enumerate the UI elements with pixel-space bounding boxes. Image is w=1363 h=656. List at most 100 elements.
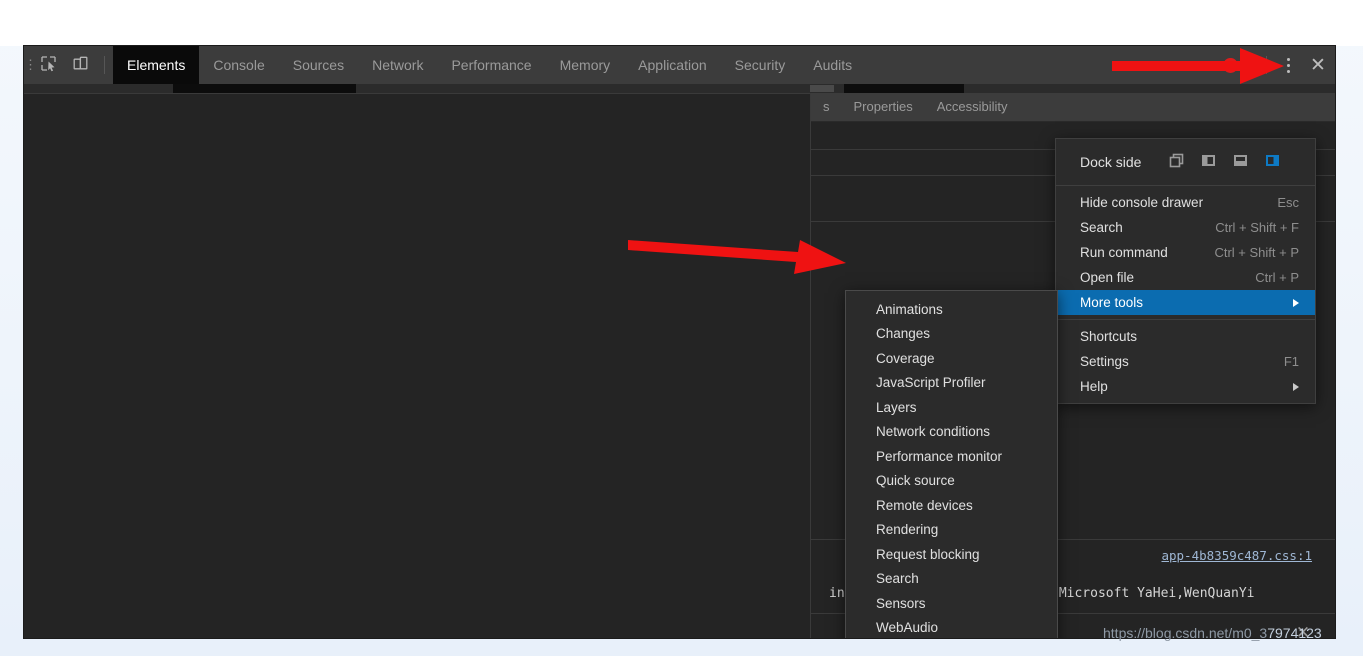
dock-to-right-icon [1263, 151, 1282, 173]
chevron-right-icon [1293, 298, 1299, 307]
watermark-url: https://blog.csdn.net/m0_37974123 [1103, 625, 1322, 641]
tab-audits[interactable]: Audits [799, 46, 866, 84]
menu-separator [1056, 319, 1315, 320]
side-panel-tabbar: s Properties Accessibility [811, 93, 1335, 122]
menu-item-shortcut: Ctrl + P [1255, 270, 1299, 285]
tab-application[interactable]: Application [624, 46, 721, 84]
submenu-item-request-blocking[interactable]: Request blocking [846, 542, 1057, 567]
tab-security[interactable]: Security [721, 46, 800, 84]
dock-side-options [1165, 151, 1283, 173]
tab-sources[interactable]: Sources [279, 46, 358, 84]
menu-item-label: Shortcuts [1080, 329, 1138, 344]
menu-group-primary: Hide console drawer Esc Search Ctrl + Sh… [1056, 186, 1315, 315]
css-value-fragment-left: in [829, 586, 845, 601]
submenu-item-changes[interactable]: Changes [846, 322, 1057, 347]
dock-side-label: Dock side [1080, 154, 1142, 170]
stylesheet-source-link[interactable]: app-4b8359c487.css:1 [1161, 548, 1312, 563]
toolbar-divider [104, 56, 105, 74]
undock-into-separate-window-button[interactable] [1165, 151, 1187, 173]
submenu-item-javascript-profiler[interactable]: JavaScript Profiler [846, 371, 1057, 396]
chevron-right-icon [1293, 382, 1299, 391]
menu-item-label: Layers [876, 399, 917, 415]
toggle-device-toolbar-button[interactable] [65, 50, 95, 80]
devtools-main-toolbar: ⋮ Elements Console Sources Network Perfo… [24, 46, 1335, 85]
menu-item-label: Quick source [876, 473, 955, 489]
error-count-label: 26 [1241, 57, 1256, 73]
menu-item-label: Changes [876, 326, 931, 342]
side-panel-tab-accessibility[interactable]: Accessibility [925, 93, 1020, 121]
menu-item-open-file[interactable]: Open file Ctrl + P [1056, 265, 1315, 290]
dock-to-right-button[interactable] [1261, 151, 1283, 173]
menu-item-label: Request blocking [876, 546, 980, 562]
tab-performance[interactable]: Performance [437, 46, 545, 84]
submenu-item-webaudio[interactable]: WebAudio [846, 616, 1057, 639]
toolbar-divider-right [1266, 56, 1267, 74]
menu-item-run-command[interactable]: Run command Ctrl + Shift + P [1056, 240, 1315, 265]
toolbar-drag-handle[interactable]: ⋮ [24, 46, 37, 84]
menu-item-label: Run command [1080, 245, 1168, 260]
menu-item-label: More tools [1080, 295, 1144, 310]
dock-to-left-icon [1199, 151, 1218, 173]
menu-item-search[interactable]: Search Ctrl + Shift + F [1056, 215, 1315, 240]
menu-item-shortcut: F1 [1283, 354, 1299, 369]
menu-item-label: Hide console drawer [1080, 195, 1204, 210]
menu-item-help[interactable]: Help [1056, 374, 1315, 399]
menu-item-label: Coverage [876, 350, 935, 366]
tab-memory[interactable]: Memory [546, 46, 625, 84]
submenu-item-network-conditions[interactable]: Network conditions [846, 420, 1057, 445]
dock-to-bottom-button[interactable] [1229, 151, 1251, 173]
menu-item-label: Help [1080, 379, 1108, 394]
undock-into-separate-window-icon [1167, 151, 1186, 173]
menu-item-label: JavaScript Profiler [876, 375, 986, 391]
devtools-window: ⋮ Elements Console Sources Network Perfo… [24, 46, 1335, 638]
menu-item-label: Animations [876, 301, 943, 317]
menu-item-label: Search [876, 571, 919, 587]
side-panel-tab-properties[interactable]: Properties [842, 93, 925, 121]
kebab-dot-1 [1286, 57, 1290, 61]
submenu-item-sensors[interactable]: Sensors [846, 591, 1057, 616]
dock-to-bottom-icon [1231, 151, 1250, 173]
menu-item-label: Network conditions [876, 424, 991, 440]
watermark-url-part2: 7974123 [1267, 625, 1322, 641]
more-options-kebab-button[interactable] [1275, 46, 1301, 84]
menu-item-label: Open file [1080, 270, 1135, 285]
watermark-url-part1: https://blog.csdn.net/m0_3 [1103, 625, 1268, 641]
menu-item-label: Sensors [876, 595, 926, 611]
substrip-segment-left [173, 84, 356, 93]
more-tools-submenu: Animations Changes Coverage JavaScript P… [845, 290, 1058, 638]
submenu-item-coverage[interactable]: Coverage [846, 346, 1057, 371]
submenu-item-quick-source[interactable]: Quick source [846, 469, 1057, 494]
menu-item-hide-console-drawer[interactable]: Hide console drawer Esc [1056, 190, 1315, 215]
substrip-segment-right [844, 84, 964, 93]
menu-item-label: Search [1080, 220, 1123, 235]
submenu-item-search[interactable]: Search [846, 567, 1057, 592]
inspect-cursor-icon [40, 55, 57, 75]
device-toolbar-icon [72, 55, 89, 75]
kebab-dot-2 [1286, 63, 1290, 67]
menu-group-secondary: Shortcuts Settings F1 Help [1056, 324, 1315, 399]
menu-item-settings[interactable]: Settings F1 [1056, 349, 1315, 374]
menu-item-label: WebAudio [876, 620, 939, 636]
menu-item-shortcuts[interactable]: Shortcuts [1056, 324, 1315, 349]
substrip-button[interactable] [810, 85, 834, 92]
submenu-item-rendering[interactable]: Rendering [846, 518, 1057, 543]
submenu-item-performance-monitor[interactable]: Performance monitor [846, 444, 1057, 469]
dock-side-row: Dock side [1056, 139, 1315, 186]
submenu-item-layers[interactable]: Layers [846, 395, 1057, 420]
menu-item-label: Settings [1080, 354, 1129, 369]
menu-item-label: Rendering [876, 522, 939, 538]
page-background-top-strip [0, 0, 1363, 46]
error-count-badge[interactable]: 26 [1222, 57, 1256, 73]
side-panel-tab-styles-partial[interactable]: s [811, 93, 842, 121]
submenu-item-remote-devices[interactable]: Remote devices [846, 493, 1057, 518]
devtools-main-menu: Dock side Hide console drawer Esc Search… [1055, 138, 1316, 404]
tab-console[interactable]: Console [199, 46, 278, 84]
inspect-element-button[interactable] [33, 50, 63, 80]
dock-to-left-button[interactable] [1197, 151, 1219, 173]
tab-network[interactable]: Network [358, 46, 437, 84]
error-circle-icon [1222, 57, 1238, 73]
tab-elements[interactable]: Elements [113, 46, 200, 84]
close-devtools-button[interactable]: ✕ [1301, 46, 1335, 84]
submenu-item-animations[interactable]: Animations [846, 297, 1057, 322]
menu-item-more-tools[interactable]: More tools [1056, 290, 1315, 315]
